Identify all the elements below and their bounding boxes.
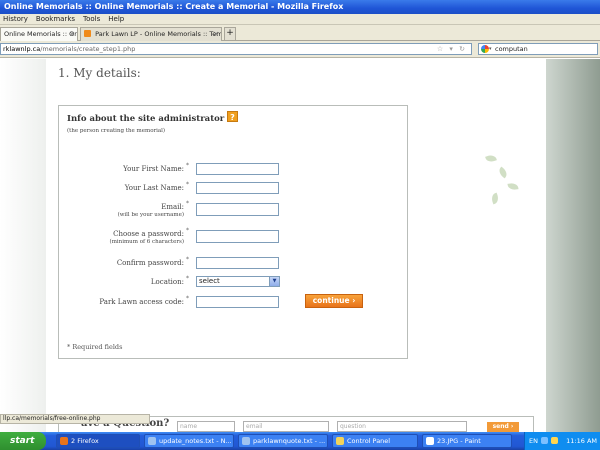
tray-icon[interactable] (551, 437, 558, 444)
tab-label: Online Memorials :: Online... (4, 30, 78, 38)
bookmark-star-icon[interactable]: ☆ ▾ ↻ (437, 44, 467, 54)
page-left-margin (0, 59, 46, 432)
field-label-text: Choose a password: (113, 230, 184, 238)
question-name-input[interactable]: name (177, 421, 235, 432)
language-indicator[interactable]: EN (529, 432, 538, 450)
system-tray: EN 11:16 AM (524, 432, 600, 450)
chevron-down-icon[interactable]: ▾ (489, 44, 492, 54)
required-marker: * (186, 295, 189, 302)
close-tab-icon[interactable]: × (69, 28, 75, 40)
required-marker: * (186, 275, 189, 282)
web-page: 1. My details: Info about the site admin… (0, 59, 600, 432)
field-label: Location: (150, 278, 184, 286)
field-label: Choose a password: (minimum of 6 charact… (110, 230, 184, 245)
step-title: 1. My details: (58, 66, 141, 80)
window-title: Online Memorials :: Online Memorials :: … (4, 2, 344, 11)
location-select[interactable]: select ▼ (196, 276, 280, 287)
new-tab-button[interactable]: + (224, 27, 236, 40)
location-selected-value: select (199, 277, 220, 285)
admin-info-panel: Info about the site administrator ? (the… (58, 105, 408, 359)
field-label-text: Email: (161, 203, 184, 211)
tab-online-memorials[interactable]: Online Memorials :: Online... × (0, 27, 78, 41)
url-path: /memorials/create_step1.php (40, 45, 136, 53)
content-area: 1. My details: Info about the site admin… (46, 59, 546, 432)
start-label: start (10, 436, 35, 446)
navigation-bar: rklawnlp.ca/memorials/create_step1.php ☆… (0, 41, 600, 58)
taskbar-item-label: update_notes.txt - N... (159, 437, 232, 445)
window-title-bar: Online Memorials :: Online Memorials :: … (0, 0, 600, 14)
taskbar: start 2 Firefox update_notes.txt - N... … (0, 432, 600, 450)
taskbar-item-control-panel[interactable]: Control Panel (332, 434, 418, 448)
panel-subheading: (the person creating the memorial) (67, 128, 166, 134)
menu-help[interactable]: Help (108, 14, 124, 24)
tab-strip: Online Memorials :: Online... × Park Law… (0, 25, 600, 41)
menu-bar: History Bookmarks Tools Help (0, 14, 600, 25)
taskbar-item-firefox[interactable]: 2 Firefox (56, 434, 140, 448)
confirm-password-input[interactable] (196, 257, 279, 269)
control-panel-icon (336, 437, 344, 445)
continue-button[interactable]: continue › (305, 294, 363, 308)
required-marker: * (186, 181, 189, 188)
panel-heading: Info about the site administrator (67, 114, 225, 124)
taskbar-item-paint[interactable]: 23.JPG - Paint (422, 434, 512, 448)
taskbar-item-label: 23.JPG - Paint (437, 437, 481, 445)
question-text-input[interactable]: question (337, 421, 467, 432)
tab-label: Park Lawn LP - Online Memorials :: Templ… (95, 30, 222, 38)
taskbar-item-notepad[interactable]: parklawnquote.txt - ... (238, 434, 328, 448)
search-bar[interactable]: ▾ computan (478, 43, 598, 55)
required-marker: * (186, 227, 189, 234)
menu-history[interactable]: History (3, 14, 28, 24)
field-label: Email: (will be your username) (118, 203, 184, 218)
email-input[interactable] (196, 203, 279, 216)
first-name-input[interactable] (196, 163, 279, 175)
help-icon[interactable]: ? (227, 111, 238, 122)
ivy-leaf-decoration (490, 192, 500, 205)
notepad-icon (148, 437, 156, 445)
required-marker: * (186, 200, 189, 207)
field-label: Confirm password: (116, 259, 184, 267)
taskbar-item-label: parklawnquote.txt - ... (253, 437, 326, 445)
menu-bookmarks[interactable]: Bookmarks (36, 14, 75, 24)
status-bar: llp.ca/memorials/free-online.php (0, 414, 150, 424)
field-label: Your First Name: (123, 165, 184, 173)
access-code-input[interactable] (196, 296, 279, 308)
required-marker: * (186, 162, 189, 169)
tab-park-lawn[interactable]: Park Lawn LP - Online Memorials :: Templ… (80, 27, 222, 41)
firefox-icon (60, 437, 68, 445)
field-hint: (will be your username) (117, 212, 184, 218)
required-fields-note: * Required fields (67, 343, 123, 351)
ivy-leaf-decoration (485, 153, 497, 164)
password-input[interactable] (196, 230, 279, 243)
favicon-icon (84, 30, 91, 37)
menu-tools[interactable]: Tools (83, 14, 100, 24)
question-email-input[interactable]: email (243, 421, 329, 432)
page-right-margin (546, 59, 600, 432)
tray-icon[interactable] (541, 437, 548, 444)
chevron-down-icon[interactable]: ▼ (269, 277, 279, 286)
taskbar-item-notepad[interactable]: update_notes.txt - N... (144, 434, 234, 448)
start-button[interactable]: start (0, 432, 46, 450)
continue-label: continue (312, 296, 350, 305)
field-hint: (minimum of 6 characters) (109, 239, 184, 245)
notepad-icon (242, 437, 250, 445)
url-domain: rklawnlp.ca (3, 45, 41, 53)
field-label: Your Last Name: (124, 184, 184, 192)
taskbar-item-label: 2 Firefox (71, 437, 99, 445)
field-label: Park Lawn access code: (99, 298, 184, 306)
url-bar[interactable]: rklawnlp.ca/memorials/create_step1.php ☆… (0, 43, 472, 55)
close-tab-icon[interactable]: × (213, 28, 219, 40)
google-icon[interactable] (481, 45, 489, 53)
search-value: computan (495, 45, 528, 53)
last-name-input[interactable] (196, 182, 279, 194)
send-label: send (492, 423, 509, 430)
required-marker: * (186, 256, 189, 263)
clock: 11:16 AM (566, 437, 597, 445)
taskbar-item-label: Control Panel (347, 437, 391, 445)
paint-icon (426, 437, 434, 445)
question-send-button[interactable]: send › (487, 422, 519, 432)
ivy-leaf-decoration (496, 166, 510, 179)
ivy-leaf-decoration (507, 182, 519, 191)
